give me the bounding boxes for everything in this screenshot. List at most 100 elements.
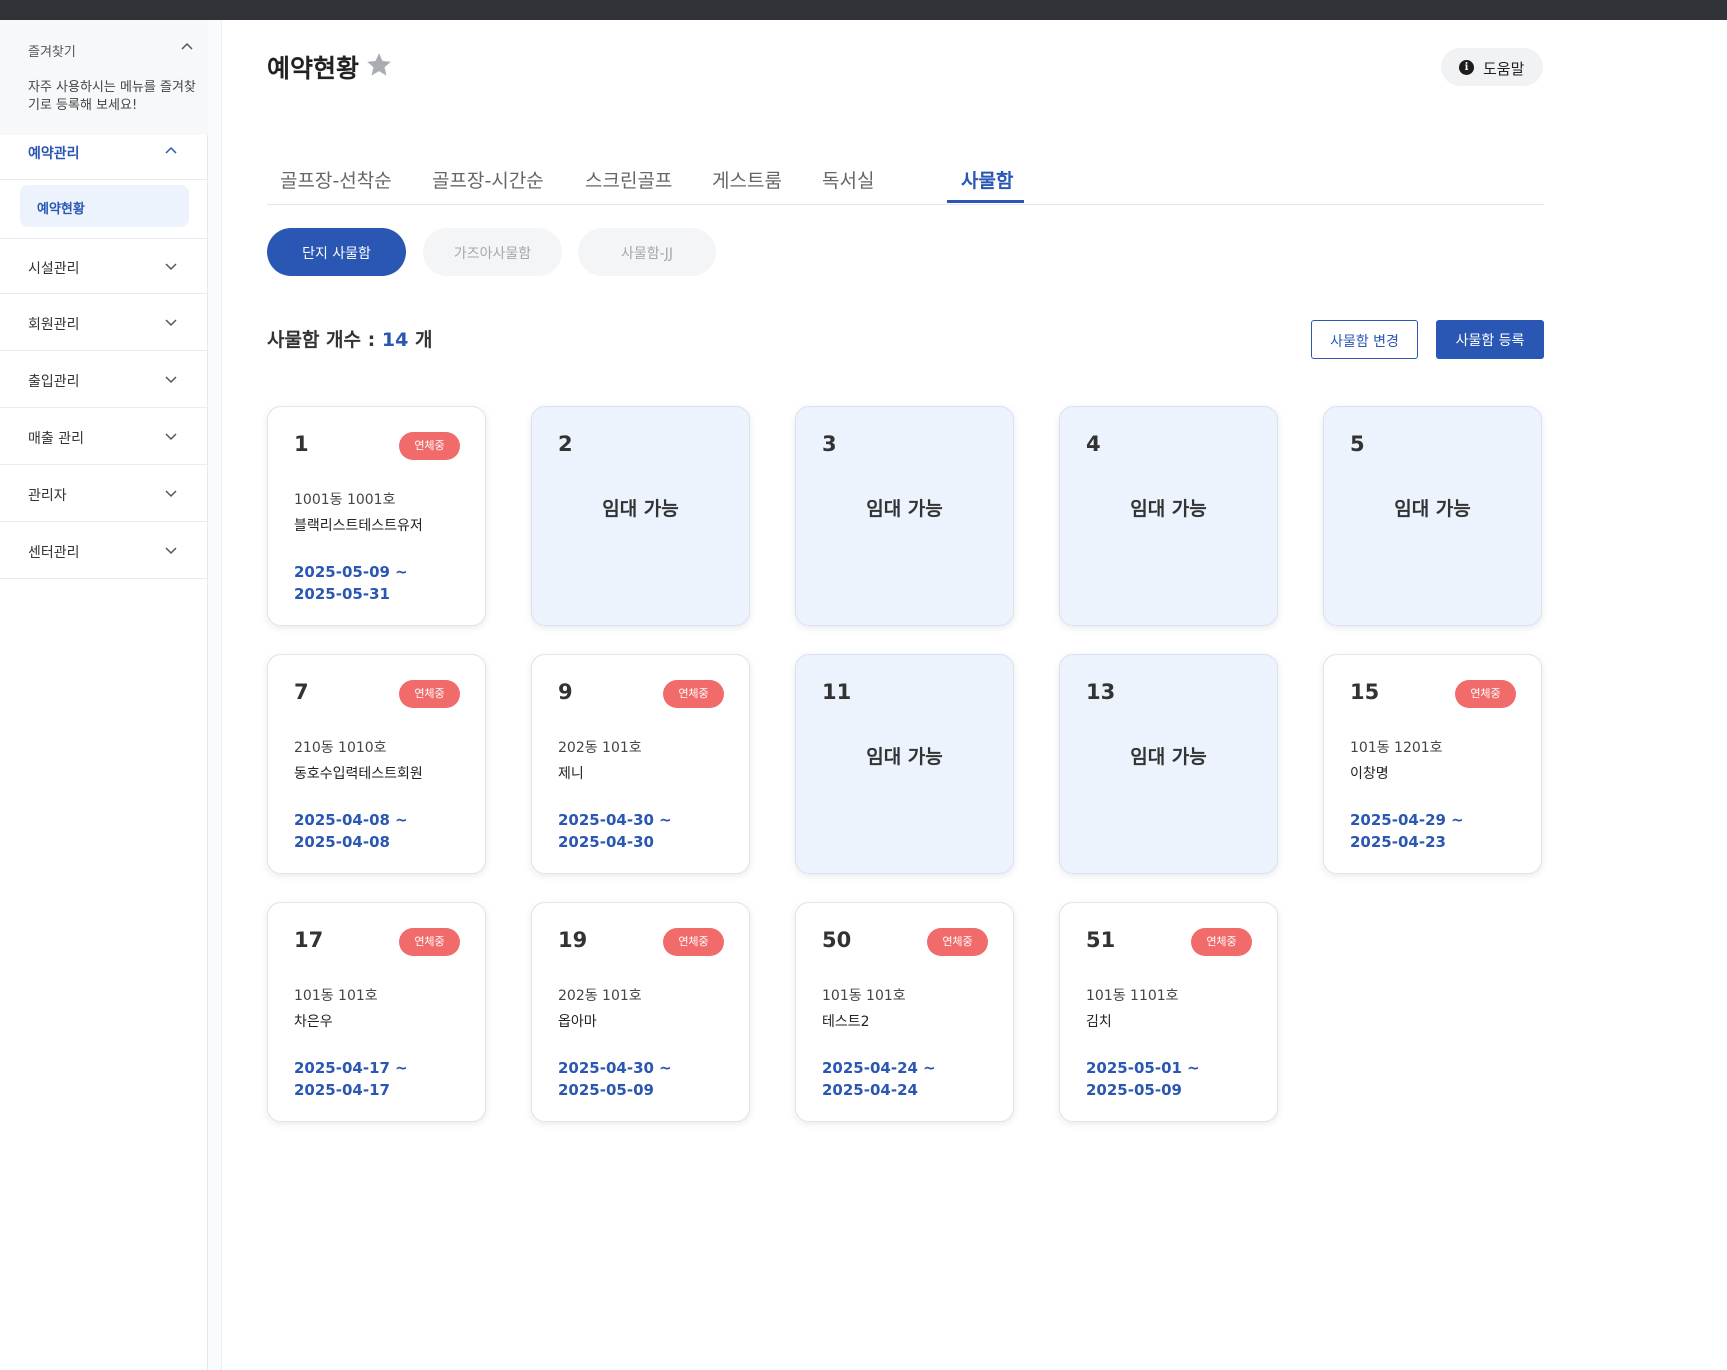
- locker-start-date: 2025-04-24 ~: [822, 1059, 936, 1077]
- register-locker-button[interactable]: 사물함 등록: [1436, 320, 1544, 359]
- nav-section-center[interactable]: 센터관리: [0, 523, 208, 579]
- sidebar-item-reservation-status[interactable]: 예약현황: [20, 185, 189, 227]
- locker-end-date: 2025-05-31: [294, 585, 390, 603]
- overdue-badge: 연체중: [927, 928, 988, 956]
- tab-guest-room[interactable]: 게스트룸: [712, 166, 782, 193]
- nav-section-label: 출입관리: [28, 374, 80, 390]
- nav-section-sales[interactable]: 매출 관리: [0, 409, 208, 465]
- overdue-badge: 연체중: [399, 680, 460, 708]
- locker-start-date: 2025-04-30 ~: [558, 811, 672, 829]
- nav-section-admin[interactable]: 관리자: [0, 466, 208, 522]
- locker-member-name: 옵아마: [558, 1014, 597, 1030]
- nav-section-access[interactable]: 출입관리: [0, 352, 208, 408]
- locker-unit: 202동 101호: [558, 740, 642, 756]
- tab-golf-first-come[interactable]: 골프장-선착순: [280, 166, 392, 193]
- locker-number: 4: [1086, 432, 1101, 456]
- locker-card[interactable]: 51 연체중 101동 1101호 김치 2025-05-01 ~ 2025-05-09: [1059, 902, 1278, 1122]
- locker-card[interactable]: 50 연체중 101동 101호 테스트2 2025-04-24 ~ 2025-04-24: [795, 902, 1014, 1122]
- locker-card[interactable]: 13 임대 가능: [1059, 654, 1278, 874]
- main-content: 예약현황 i 도움말 골프장-선착순 골프장-시간순 스크린골프 게스트룸 독서…: [222, 20, 1727, 1370]
- overdue-badge: 연체중: [663, 680, 724, 708]
- locker-available-label: 임대 가능: [1394, 498, 1471, 520]
- locker-number: 7: [294, 680, 309, 704]
- edit-locker-button[interactable]: 사물함 변경: [1311, 320, 1418, 359]
- locker-number: 51: [1086, 928, 1116, 952]
- locker-card[interactable]: 11 임대 가능: [795, 654, 1014, 874]
- locker-start-date: 2025-04-17 ~: [294, 1059, 408, 1077]
- locker-start-date: 2025-04-30 ~: [558, 1059, 672, 1077]
- overdue-badge: 연체중: [399, 928, 460, 956]
- locker-member-name: 이창명: [1350, 766, 1389, 782]
- locker-available-label: 임대 가능: [602, 498, 679, 520]
- tab-locker[interactable]: 사물함: [961, 166, 1013, 193]
- chevron-up-icon: [165, 146, 177, 154]
- locker-member-name: 김치: [1086, 1014, 1112, 1030]
- locker-group-gazua[interactable]: 가즈아사물함: [423, 228, 562, 276]
- nav-section-facility[interactable]: 시설관리: [0, 238, 208, 294]
- locker-number: 17: [294, 928, 324, 952]
- tab-reading-room[interactable]: 독서실: [822, 166, 874, 193]
- tab-golf-time-order[interactable]: 골프장-시간순: [432, 166, 544, 193]
- locker-number: 11: [822, 680, 852, 704]
- star-icon[interactable]: [364, 50, 394, 80]
- locker-unit: 202동 101호: [558, 988, 642, 1004]
- chevron-down-icon: [165, 490, 177, 498]
- locker-card[interactable]: 17 연체중 101동 101호차은우 2025-04-17 ~ 2025-04-17: [267, 902, 486, 1122]
- locker-number: 9: [558, 680, 573, 704]
- chevron-up-icon[interactable]: [179, 39, 195, 55]
- locker-end-date: 2025-04-23: [1350, 833, 1446, 851]
- locker-end-date: 2025-05-09: [558, 1081, 654, 1099]
- locker-number: 2: [558, 432, 573, 456]
- help-button-label: 도움말: [1483, 60, 1525, 78]
- locker-group-jj[interactable]: 사물함-JJ: [578, 228, 716, 276]
- nav-section-reservation[interactable]: 예약관리: [0, 124, 208, 180]
- locker-card[interactable]: 7 연체중 210동 1010호 동호수입력테스트회원 2025-04-08 ~ 2025…: [267, 654, 486, 874]
- favorites-title: 즐겨찾기: [28, 45, 76, 60]
- locker-group-complex[interactable]: 단지 사물함: [267, 228, 406, 276]
- edit-locker-label: 사물함 변경: [1330, 334, 1399, 350]
- overdue-badge: 연체중: [399, 432, 460, 460]
- locker-member-name: 블랙리스트테스트유저: [294, 518, 423, 534]
- page-title: 예약현황: [267, 54, 360, 83]
- nav-section-label: 매출 관리: [28, 431, 84, 447]
- locker-grid: 1 연체중 1001동 1001호 블랙리스트테스트유저 2025-05-09 ~ 202…: [267, 406, 1557, 1126]
- locker-card[interactable]: 2 임대 가능: [531, 406, 750, 626]
- locker-card[interactable]: 5 임대 가능: [1323, 406, 1542, 626]
- locker-member-name: 테스트2: [822, 1014, 870, 1030]
- help-button[interactable]: i 도움말: [1441, 48, 1543, 86]
- locker-card[interactable]: 3 임대 가능: [795, 406, 1014, 626]
- locker-card[interactable]: 9 연체중 202동 101호 제니 2025-04-30 ~ 2025-04-30: [531, 654, 750, 874]
- locker-number: 3: [822, 432, 837, 456]
- register-locker-label: 사물함 등록: [1455, 333, 1525, 349]
- locker-card[interactable]: 1 연체중 1001동 1001호 블랙리스트테스트유저 2025-05-09 ~ 202…: [267, 406, 486, 626]
- locker-card[interactable]: 19 연체중 202동 101호 옵아마 2025-04-30 ~ 2025-05-09: [531, 902, 750, 1122]
- overdue-badge: 연체중: [1455, 680, 1516, 708]
- tab-screen-golf[interactable]: 스크린골프: [585, 166, 672, 193]
- locker-unit: 101동 101호: [294, 988, 378, 1004]
- locker-member-name: 제니: [558, 766, 584, 782]
- window-top-bar: [0, 0, 1727, 20]
- locker-card[interactable]: 4 임대 가능: [1059, 406, 1278, 626]
- sidebar-menu: 즐겨찾기 자주 사용하시는 메뉴를 즐겨찾기로 등록해 보세요! 예약관리 예약…: [0, 20, 222, 1370]
- sidebar-item-label: 예약현황: [37, 202, 85, 217]
- locker-available-label: 임대 가능: [866, 746, 943, 768]
- nav-section-label: 회원관리: [28, 317, 80, 333]
- locker-number: 19: [558, 928, 588, 952]
- chevron-down-icon: [165, 433, 177, 441]
- locker-card[interactable]: 15 연체중 101동 1201호 이창명 2025-04-29 ~ 2025-04-23: [1323, 654, 1542, 874]
- nav-section-label: 관리자: [28, 488, 67, 504]
- reservation-tabs: 골프장-선착순 골프장-시간순 스크린골프 게스트룸 독서실 사물함: [267, 140, 1544, 205]
- locker-start-date: 2025-04-29 ~: [1350, 811, 1464, 829]
- active-tab-indicator: [947, 200, 1024, 203]
- locker-unit: 101동 1101호: [1086, 988, 1179, 1004]
- locker-end-date: 2025-04-17: [294, 1081, 390, 1099]
- locker-count-suffix: 개: [414, 329, 433, 351]
- sidebar-divider: [208, 20, 222, 1370]
- locker-end-date: 2025-04-24: [822, 1081, 918, 1099]
- nav-section-members[interactable]: 회원관리: [0, 295, 208, 351]
- locker-member-name: 차은우: [294, 1014, 333, 1030]
- favorites-description: 자주 사용하시는 메뉴를 즐겨찾기로 등록해 보세요!: [28, 80, 196, 113]
- locker-count-value: 14: [381, 329, 409, 351]
- locker-number: 50: [822, 928, 852, 952]
- locker-number: 15: [1350, 680, 1380, 704]
